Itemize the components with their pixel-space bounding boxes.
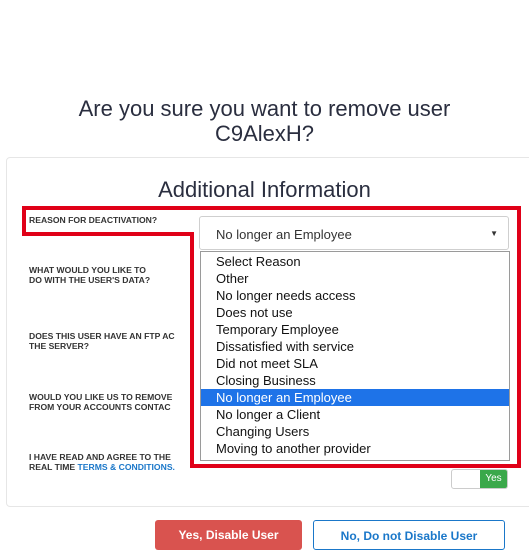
dropdown-option[interactable]: Does not use xyxy=(201,304,509,321)
cancel-disable-button[interactable]: No, Do not Disable User xyxy=(313,520,505,550)
section-title: Additional Information xyxy=(158,177,371,202)
reason-label: REASON FOR DEACTIVATION? xyxy=(29,215,158,225)
dropdown-option[interactable]: No longer a Client xyxy=(201,406,509,423)
dropdown-option[interactable]: Other xyxy=(201,270,509,287)
terms-toggle[interactable]: Yes xyxy=(451,469,508,489)
dropdown-option[interactable]: Temporary Employee xyxy=(201,321,509,338)
terms-question-label: I HAVE READ AND AGREE TO THE REAL TIME T… xyxy=(29,452,175,472)
disable-user-button[interactable]: Yes, Disable User xyxy=(155,520,302,550)
dropdown-option[interactable]: Did not meet SLA xyxy=(201,355,509,372)
terms-link[interactable]: TERMS & CONDITIONS. xyxy=(78,462,175,472)
dropdown-option[interactable]: Moving to another provider xyxy=(201,440,509,457)
terms-toggle-on-label: Yes xyxy=(480,470,507,488)
dialog-title: Are you sure you want to remove user C9A… xyxy=(78,96,451,146)
reason-dropdown-list: Select Reason Other No longer needs acce… xyxy=(200,251,510,461)
dropdown-option[interactable]: Dissatisfied with service xyxy=(201,338,509,355)
dropdown-option[interactable]: Closing Business xyxy=(201,372,509,389)
reason-select[interactable]: No longer an Employee ▼ xyxy=(199,216,509,250)
remove-contact-question-label: WOULD YOU LIKE US TO REMOVE FROM YOUR AC… xyxy=(29,392,173,412)
reason-select-value: No longer an Employee xyxy=(216,227,352,242)
dropdown-option[interactable]: No longer needs access xyxy=(201,287,509,304)
ftp-question-label: DOES THIS USER HAVE AN FTP AC THE SERVER… xyxy=(29,331,175,351)
dropdown-option[interactable]: Select Reason xyxy=(201,253,509,270)
dropdown-option-selected[interactable]: No longer an Employee xyxy=(201,389,509,406)
dropdown-arrow-icon: ▼ xyxy=(490,229,498,238)
data-question-label: WHAT WOULD YOU LIKE TO DO WITH THE USER'… xyxy=(29,265,151,285)
dropdown-option[interactable]: Changing Users xyxy=(201,423,509,440)
